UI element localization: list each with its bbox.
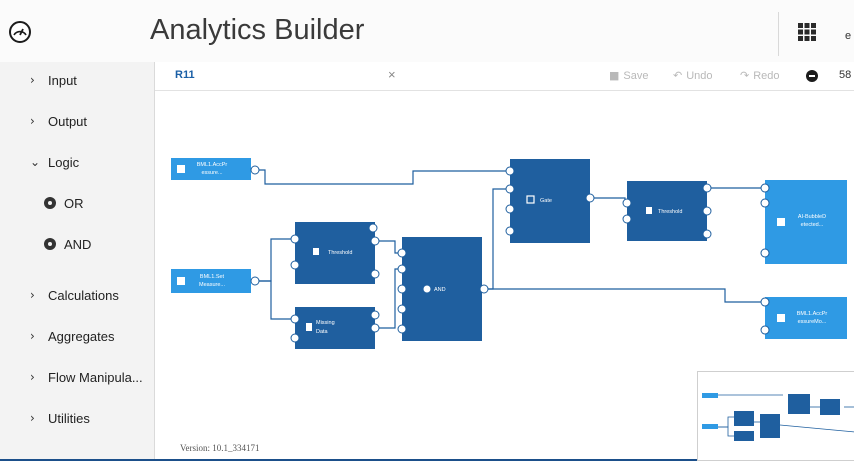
chevron-right-icon: ›	[30, 73, 35, 87]
save-button[interactable]: ■ Save	[609, 69, 648, 82]
chevron-down-icon: ⌄	[30, 155, 41, 169]
palette-category-output[interactable]: › Output	[0, 103, 154, 139]
output-icon	[777, 218, 785, 226]
wire	[375, 268, 400, 329]
block-label-line1: Missing	[316, 320, 335, 326]
block-label-line2: Measure...	[199, 282, 225, 288]
input-icon	[177, 165, 185, 173]
block-label: OR	[64, 195, 84, 211]
block-input-accpressure[interactable]: BML1.AccPr essure...	[171, 158, 260, 180]
block-icon	[44, 197, 56, 209]
save-label: Save	[623, 69, 649, 82]
palette-category-logic[interactable]: ⌄ Logic	[0, 144, 154, 180]
and-icon	[423, 285, 431, 293]
chevron-right-icon: ›	[30, 411, 35, 425]
chevron-right-icon: ›	[30, 370, 35, 384]
block-label: AND	[64, 236, 92, 252]
block-label-line2: etected...	[801, 222, 824, 228]
undo-label: Undo	[686, 69, 713, 82]
block-threshold-2[interactable]: Threshold	[622, 181, 712, 241]
canvas-minimap[interactable]	[697, 371, 854, 461]
undo-icon: ↶	[673, 69, 683, 82]
header-divider	[778, 12, 779, 56]
category-label: Input	[48, 72, 77, 88]
block-output-bubbledetected[interactable]: AI-BubbleD etected...	[760, 180, 847, 264]
block-label-line1: BML1.AccPr	[197, 162, 228, 168]
palette-category-flow-manipulation[interactable]: › Flow Manipula...	[0, 359, 154, 395]
output-icon	[777, 314, 785, 322]
block-gate[interactable]: Gate	[505, 159, 595, 243]
block-output-accpressuremo[interactable]: BML1.AccPr essureMo...	[760, 297, 847, 339]
app-header: Analytics Builder e	[0, 0, 854, 63]
category-label: Utilities	[48, 410, 90, 426]
category-label: Output	[48, 113, 88, 129]
palette-category-utilities[interactable]: › Utilities	[0, 400, 154, 436]
chevron-right-icon: ›	[30, 329, 35, 343]
close-tab-icon[interactable]: ×	[388, 67, 396, 82]
app-grid-icon[interactable]	[798, 23, 816, 41]
zoom-level: 58	[839, 69, 852, 81]
undo-button[interactable]: ↶ Undo	[673, 69, 713, 82]
block-and[interactable]: AND	[397, 237, 489, 341]
calculator-icon	[646, 207, 652, 214]
port	[250, 276, 260, 286]
palette-category-aggregates[interactable]: › Aggregates	[0, 318, 154, 354]
block-label-line1: AI-BubbleD	[798, 214, 826, 220]
model-canvas[interactable]: BML1.AccPr essure... BML1.Set Measure...…	[155, 91, 854, 461]
wire	[255, 238, 293, 282]
block-threshold-1[interactable]: Threshold	[290, 222, 380, 284]
save-icon: ■	[609, 69, 620, 82]
app-title: Analytics Builder	[150, 14, 365, 46]
redo-button[interactable]: ↷ Redo	[740, 69, 780, 82]
palette-block-and[interactable]: AND	[0, 226, 154, 262]
palette-category-input[interactable]: › Input	[0, 62, 154, 98]
tools-icon	[306, 323, 312, 331]
model-tabbar: R11 × ■ Save ↶ Undo ↷ Redo 58	[155, 62, 854, 91]
category-label: Flow Manipula...	[48, 369, 143, 385]
block-missing-data[interactable]: Missing Data	[290, 307, 380, 349]
block-label-line2: Data	[316, 329, 329, 335]
block-label: Threshold	[328, 250, 352, 256]
category-label: Calculations	[48, 287, 119, 303]
wire	[484, 288, 763, 303]
block-input-setmeasure[interactable]: BML1.Set Measure...	[171, 269, 260, 293]
block-label: Threshold	[658, 209, 682, 215]
user-menu[interactable]: e	[845, 30, 851, 42]
category-label: Logic	[48, 154, 80, 170]
block-label-line2: essureMo...	[798, 319, 827, 325]
chevron-right-icon: ›	[30, 114, 35, 128]
model-tab[interactable]: R11	[175, 69, 195, 81]
wire	[255, 169, 510, 185]
redo-icon: ↷	[740, 69, 750, 82]
block-label-line1: BML1.Set	[200, 274, 225, 280]
zoom-out-icon[interactable]	[806, 70, 818, 82]
version-label: Version: 10.1_334171	[180, 443, 260, 453]
block-label: Gate	[540, 198, 552, 204]
category-label: Aggregates	[48, 328, 115, 344]
redo-label: Redo	[753, 69, 780, 82]
port	[250, 165, 260, 175]
block-icon	[44, 238, 56, 250]
calculator-icon	[313, 248, 319, 255]
wire	[484, 188, 510, 290]
block-label-line2: essure...	[201, 170, 223, 176]
minimap-diagram	[702, 393, 854, 441]
chevron-right-icon: ›	[30, 288, 35, 302]
block-label: AND	[434, 287, 446, 293]
input-icon	[177, 277, 185, 285]
block-palette: › Input › Output ⌄ Logic OR AND › Calcul…	[0, 62, 155, 459]
palette-block-or[interactable]: OR	[0, 185, 154, 221]
gauge-logo-icon	[9, 21, 31, 43]
palette-category-calculations[interactable]: › Calculations	[0, 277, 154, 313]
wire	[255, 280, 293, 320]
wire	[590, 197, 626, 203]
block-label-line1: BML1.AccPr	[797, 311, 828, 317]
